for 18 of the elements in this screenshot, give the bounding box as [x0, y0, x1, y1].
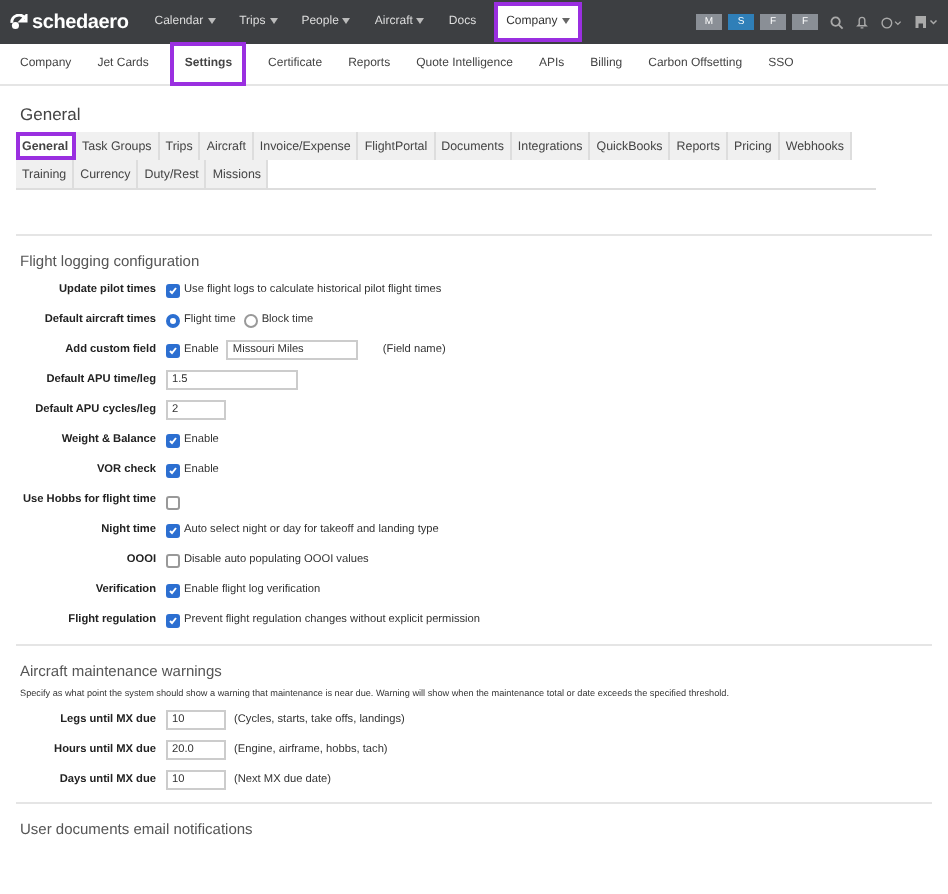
radio-button[interactable]: [243, 313, 258, 327]
bell-icon[interactable]: [856, 15, 868, 29]
search-icon[interactable]: [830, 15, 844, 29]
checkbox[interactable]: [166, 463, 180, 477]
checkbox[interactable]: [166, 283, 180, 297]
logo-text: schedaero: [32, 11, 129, 33]
checkbox[interactable]: [166, 523, 180, 537]
radio-button[interactable]: [166, 313, 180, 327]
checkbox[interactable]: [166, 343, 180, 357]
checkbox[interactable]: [166, 553, 180, 567]
logo-icon: [10, 14, 28, 30]
page-heading: General: [18, 102, 83, 128]
checkbox[interactable]: [166, 583, 180, 597]
user-icon[interactable]: [914, 14, 938, 30]
logo[interactable]: schedaero: [10, 11, 129, 33]
checkbox[interactable]: [166, 433, 180, 447]
checkbox[interactable]: [166, 613, 180, 627]
checkbox[interactable]: [166, 496, 180, 510]
